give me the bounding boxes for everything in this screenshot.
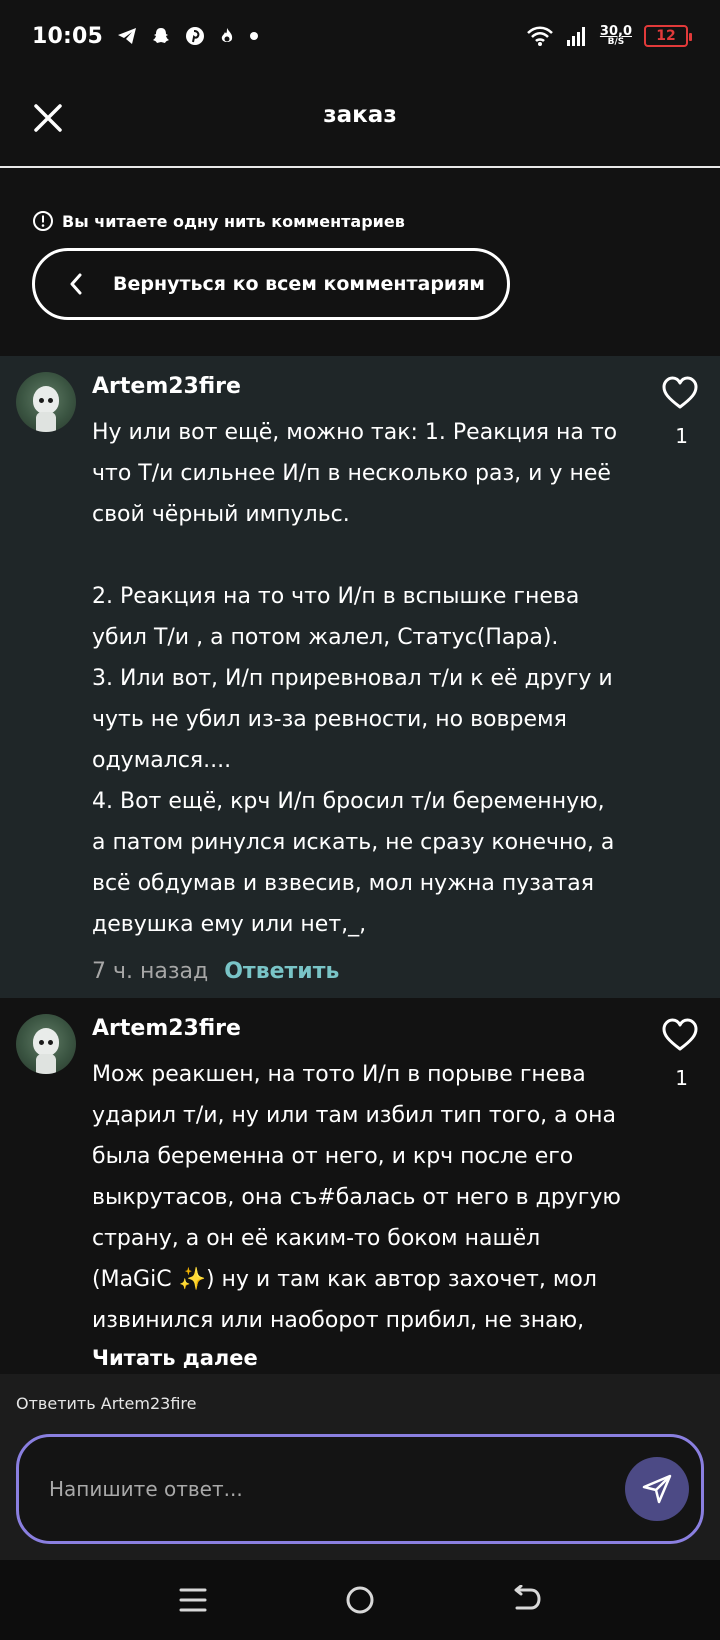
wifi-icon <box>527 26 553 46</box>
reply-button[interactable]: Ответить <box>224 959 339 984</box>
telegram-icon <box>118 28 137 44</box>
system-status: 30,0 B/S 12 <box>526 25 692 47</box>
reply-input-container <box>16 1434 704 1544</box>
dot-icon <box>250 32 259 40</box>
screen: 10:05 30,0 B/S 12 заказ Вы читаете одну … <box>0 0 720 1640</box>
network-speed: 30,0 B/S <box>600 25 632 47</box>
read-more-link[interactable]: Читать далее <box>92 1346 258 1370</box>
like-count: 1 <box>675 1066 688 1090</box>
send-icon <box>642 1474 672 1504</box>
network-speed-unit: B/S <box>607 37 625 47</box>
pinterest-icon <box>186 27 205 45</box>
back-to-all-comments-label: Вернуться ко всем комментариям <box>113 273 485 295</box>
replying-to-label: Ответить Artem23fire <box>16 1394 197 1413</box>
avatar[interactable] <box>16 1014 76 1074</box>
comment-item: Artem23fire Ну или вот ещё, можно так: 1… <box>0 356 720 998</box>
comment-text: Мож реакшен, на тото И/п в порыве гнева … <box>92 1062 621 1333</box>
avatar[interactable] <box>16 372 76 432</box>
home-button[interactable] <box>330 1570 390 1630</box>
page-title: заказ <box>323 102 397 128</box>
send-button[interactable] <box>625 1457 689 1521</box>
menu-icon <box>179 1588 207 1612</box>
comment-timestamp: 7 ч. назад <box>92 959 209 984</box>
comment-author[interactable]: Artem23fire <box>92 1016 241 1041</box>
signal-icon <box>566 27 585 46</box>
fire-icon <box>221 28 233 42</box>
comment-meta: 7 ч. назад Ответить <box>92 959 339 984</box>
reply-composer: Ответить Artem23fire <box>0 1374 720 1560</box>
reply-input[interactable] <box>49 1465 589 1513</box>
menu-button[interactable] <box>163 1570 223 1630</box>
status-time: 10:05 <box>32 23 104 49</box>
thread-notice-text: Вы читаете одну нить комментариев <box>62 211 405 231</box>
battery-icon: 12 <box>644 25 692 47</box>
comment-author[interactable]: Artem23fire <box>92 374 241 399</box>
snapchat-icon <box>153 28 170 43</box>
home-icon <box>346 1586 374 1614</box>
status-bar: 10:05 30,0 B/S 12 <box>0 0 720 72</box>
like-count: 1 <box>675 424 688 448</box>
notification-icons <box>117 26 259 46</box>
comment-text: Ну или вот ещё, можно так: 1. Реакция на… <box>92 420 618 937</box>
heart-icon[interactable] <box>662 1018 698 1052</box>
thread-notice: Вы читаете одну нить комментариев <box>32 210 405 232</box>
battery-level: 12 <box>656 28 676 44</box>
heart-icon[interactable] <box>662 376 698 410</box>
header: заказ <box>0 72 720 168</box>
info-icon <box>33 211 53 231</box>
chevron-left-icon <box>69 273 83 295</box>
comment-item: Artem23fire Мож реакшен, на тото И/п в п… <box>0 998 720 1374</box>
back-to-all-comments-button[interactable]: Вернуться ко всем комментариям <box>32 248 510 320</box>
back-icon <box>514 1585 541 1610</box>
back-button[interactable] <box>497 1570 557 1630</box>
system-nav-bar <box>0 1560 720 1640</box>
